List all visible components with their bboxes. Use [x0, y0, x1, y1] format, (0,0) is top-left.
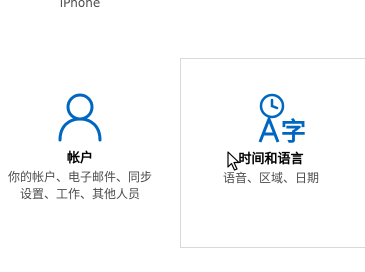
accounts-tile[interactable]: 帐户 你的帐户、电子邮件、同步 设置、工作、其他人员: [0, 58, 160, 248]
person-icon: [58, 93, 102, 142]
time-language-title: 时间和语言: [238, 152, 304, 167]
time-language-description: 语音、区域、日期: [181, 170, 361, 187]
accounts-description: 你的帐户、电子邮件、同步 设置、工作、其他人员: [0, 169, 160, 203]
accounts-title: 帐户: [66, 151, 93, 166]
svg-text:字: 字: [281, 117, 306, 144]
mouse-cursor-icon: [227, 151, 240, 171]
accounts-desc-line: 设置、工作、其他人员: [19, 187, 140, 201]
accounts-desc-line: 你的帐户、电子邮件、同步: [7, 170, 152, 184]
settings-home-grid: iPhone 帐户 你的帐户、电子邮件、同步 设置、工作、其他人员 字 时间和语…: [0, 0, 365, 272]
time-language-icon: 字: [258, 93, 306, 144]
time-language-desc-line: 语音、区域、日期: [222, 171, 319, 185]
phone-tile-label[interactable]: iPhone: [0, 0, 160, 11]
time-language-tile[interactable]: 字 时间和语言 语音、区域、日期: [180, 58, 365, 248]
